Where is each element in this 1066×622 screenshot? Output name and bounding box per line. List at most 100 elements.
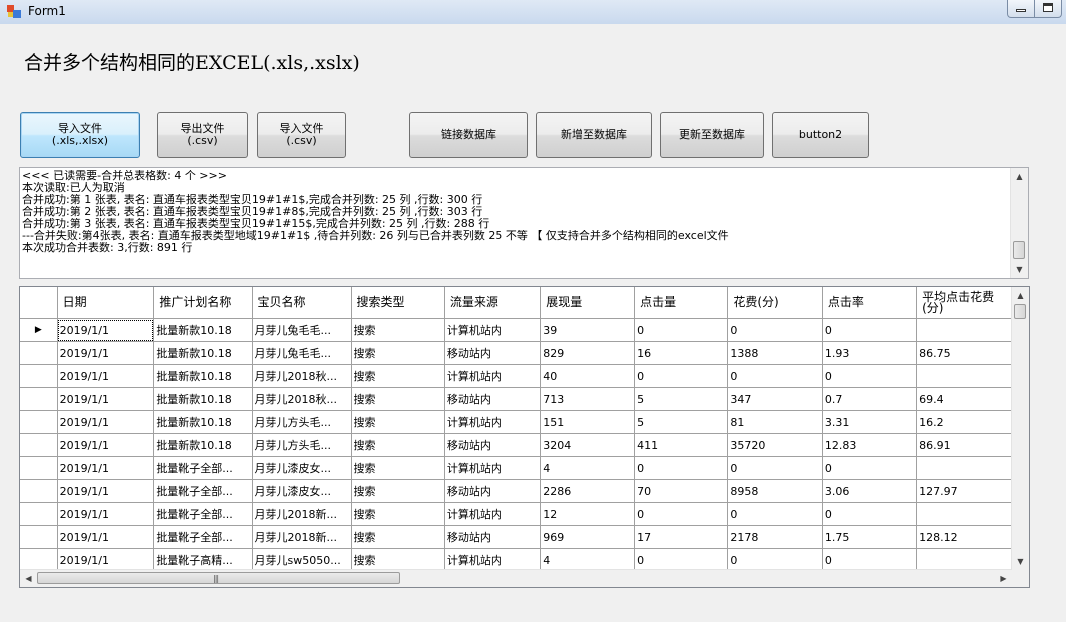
table-cell[interactable]: 搜索 [351, 387, 445, 411]
table-cell[interactable]: 713 [540, 387, 636, 411]
table-cell[interactable]: 35720 [727, 433, 823, 457]
table-cell[interactable]: 移动站内 [444, 433, 542, 457]
table-cell[interactable]: 2019/1/1 [57, 548, 155, 570]
table-cell[interactable]: 搜索 [351, 433, 445, 457]
table-cell[interactable]: 4 [540, 548, 636, 570]
table-cell[interactable]: 151 [540, 410, 636, 434]
column-header[interactable]: 宝贝名称 [252, 287, 352, 319]
table-cell[interactable]: 批量新款10.18 [153, 387, 253, 411]
column-header[interactable]: 展现量 [540, 287, 636, 319]
table-cell[interactable]: 17 [634, 525, 729, 549]
table-cell[interactable]: 2019/1/1 [57, 525, 155, 549]
table-cell[interactable] [916, 456, 1012, 480]
table-cell[interactable]: 2019/1/1 [57, 387, 155, 411]
column-header[interactable]: 平均点击花费(分) [916, 287, 1012, 319]
table-cell[interactable]: 移动站内 [444, 341, 542, 365]
grid-hscroll-thumb[interactable]: ||| [37, 572, 400, 584]
table-cell[interactable]: 40 [540, 364, 636, 388]
table-cell[interactable]: 月芽儿sw5050... [252, 548, 352, 570]
table-cell[interactable]: 969 [540, 525, 636, 549]
table-cell[interactable]: 0 [727, 318, 823, 342]
row-header[interactable]: ▶ [20, 318, 58, 342]
table-cell[interactable]: 批量靴子全部... [153, 502, 253, 526]
row-header[interactable] [20, 341, 58, 365]
table-cell[interactable]: 批量靴子全部... [153, 456, 253, 480]
row-header[interactable] [20, 479, 58, 503]
table-cell[interactable]: 搜索 [351, 410, 445, 434]
table-cell[interactable]: 86.75 [916, 341, 1012, 365]
scroll-down-icon[interactable]: ▼ [1011, 261, 1028, 278]
table-row[interactable]: 2019/1/1 批量新款10.18 月芽儿方头毛... 搜索 移动站内 3204 411 3… [20, 433, 1012, 457]
table-cell[interactable]: 0 [822, 502, 918, 526]
row-header[interactable] [20, 433, 58, 457]
import-csv-button[interactable]: 导入文件 (.csv) [257, 112, 346, 158]
table-cell[interactable]: 搜索 [351, 525, 445, 549]
table-cell[interactable]: 12.83 [822, 433, 918, 457]
table-cell[interactable]: 1.93 [822, 341, 918, 365]
table-cell[interactable]: 移动站内 [444, 525, 542, 549]
table-cell[interactable]: 月芽儿方头毛... [252, 410, 352, 434]
table-cell[interactable]: 2019/1/1 [57, 502, 155, 526]
table-cell[interactable]: 搜索 [351, 364, 445, 388]
table-cell[interactable]: 月芽儿兔毛毛... [252, 341, 352, 365]
table-cell[interactable]: 计算机站内 [444, 456, 542, 480]
grid-vertical-scrollbar[interactable]: ▲ ▼ [1011, 287, 1029, 570]
table-cell[interactable]: 0 [822, 456, 918, 480]
table-cell[interactable]: 0 [634, 364, 729, 388]
table-cell[interactable]: 39 [540, 318, 636, 342]
table-row[interactable]: 2019/1/1 批量新款10.18 月芽儿方头毛... 搜索 计算机站内 151 5 81 3… [20, 410, 1012, 434]
data-grid[interactable]: 日期 推广计划名称 宝贝名称 搜索类型 流量来源 展现量 点击量 花费(分) 点… [19, 286, 1030, 588]
table-row[interactable]: 2019/1/1 批量靴子全部... 月芽儿2018新... 搜索 移动站内 969 17 2… [20, 525, 1012, 549]
export-csv-button[interactable]: 导出文件 (.csv) [157, 112, 248, 158]
row-header[interactable] [20, 456, 58, 480]
table-cell[interactable]: 月芽儿兔毛毛... [252, 318, 352, 342]
table-cell[interactable]: 月芽儿2018秋... [252, 387, 352, 411]
table-cell[interactable]: 月芽儿2018秋... [252, 364, 352, 388]
table-cell[interactable]: 829 [540, 341, 636, 365]
table-cell[interactable]: 0 [634, 548, 729, 570]
log-textbox[interactable]: <<< 已读需要-合并总表格数: 4 个 >>> 本次读取:已人为取消 合并成功… [19, 167, 1029, 279]
grid-vscroll-thumb[interactable] [1014, 304, 1026, 319]
column-header[interactable]: 点击量 [634, 287, 729, 319]
add-to-database-button[interactable]: 新增至数据库 [536, 112, 652, 158]
table-cell[interactable]: 搜索 [351, 318, 445, 342]
table-cell[interactable]: 搜索 [351, 479, 445, 503]
table-cell[interactable]: 411 [634, 433, 729, 457]
table-cell[interactable]: 3204 [540, 433, 636, 457]
table-row[interactable]: 2019/1/1 批量靴子高精... 月芽儿sw5050... 搜索 计算机站内 4 0 0 0 [20, 548, 1012, 570]
table-cell[interactable]: 月芽儿漆皮女... [252, 456, 352, 480]
table-cell[interactable] [916, 548, 1012, 570]
table-cell[interactable]: 4 [540, 456, 636, 480]
table-cell[interactable]: 搜索 [351, 341, 445, 365]
table-cell[interactable] [916, 318, 1012, 342]
table-row[interactable]: 2019/1/1 批量靴子全部... 月芽儿漆皮女... 搜索 移动站内 2286 70 89… [20, 479, 1012, 503]
table-cell[interactable]: 2019/1/1 [57, 318, 155, 342]
table-cell[interactable]: 0 [822, 548, 918, 570]
link-database-button[interactable]: 链接数据库 [409, 112, 528, 158]
button2[interactable]: button2 [772, 112, 869, 158]
table-row[interactable]: 2019/1/1 批量新款10.18 月芽儿2018秋... 搜索 移动站内 713 5 34… [20, 387, 1012, 411]
table-cell[interactable]: 8958 [727, 479, 823, 503]
table-cell[interactable]: 批量靴子高精... [153, 548, 253, 570]
column-header[interactable]: 点击率 [822, 287, 918, 319]
column-header[interactable]: 流量来源 [444, 287, 542, 319]
table-cell[interactable]: 3.31 [822, 410, 918, 434]
table-cell[interactable]: 批量靴子全部... [153, 525, 253, 549]
column-header[interactable]: 推广计划名称 [153, 287, 253, 319]
scroll-up-icon[interactable]: ▲ [1012, 287, 1029, 304]
table-cell[interactable]: 0 [822, 318, 918, 342]
table-cell[interactable]: 2019/1/1 [57, 410, 155, 434]
table-cell[interactable]: 2019/1/1 [57, 341, 155, 365]
table-cell[interactable]: 5 [634, 387, 729, 411]
table-cell[interactable]: 移动站内 [444, 479, 542, 503]
table-cell[interactable]: 计算机站内 [444, 318, 542, 342]
table-cell[interactable]: 1.75 [822, 525, 918, 549]
table-cell[interactable]: 批量靴子全部... [153, 479, 253, 503]
table-cell[interactable]: 0 [822, 364, 918, 388]
table-cell[interactable]: 计算机站内 [444, 502, 542, 526]
table-cell[interactable]: 69.4 [916, 387, 1012, 411]
table-cell[interactable]: 月芽儿2018新... [252, 525, 352, 549]
row-header[interactable] [20, 525, 58, 549]
table-row[interactable]: 2019/1/1 批量新款10.18 月芽儿兔毛毛... 搜索 移动站内 829 16 138… [20, 341, 1012, 365]
import-xls-button[interactable]: 导入文件 (.xls,.xlsx) [20, 112, 140, 158]
